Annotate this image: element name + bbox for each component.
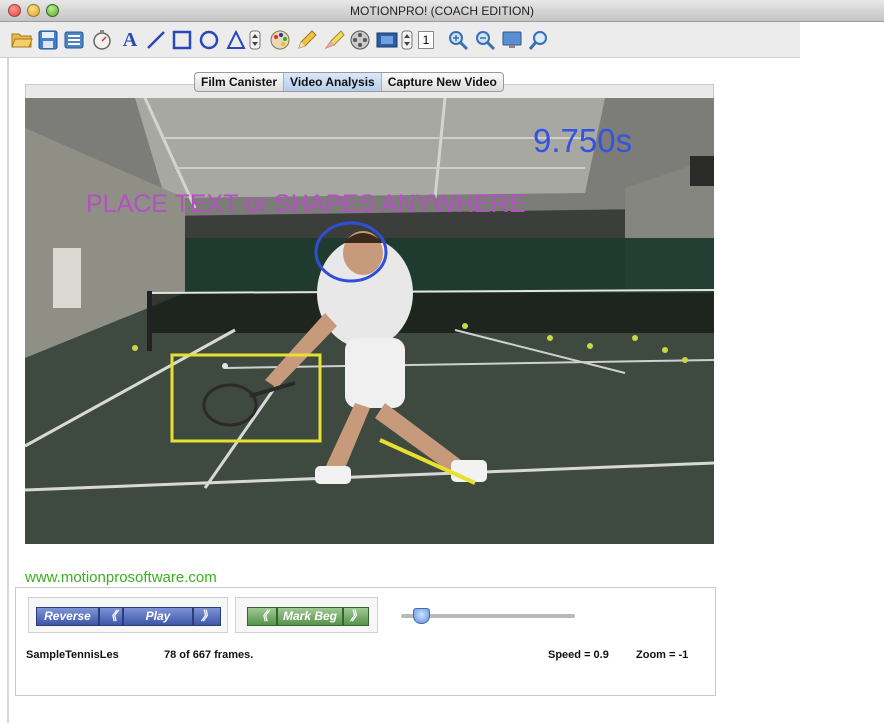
save-disk-icon[interactable] [36, 27, 60, 53]
circle-tool-icon[interactable] [197, 27, 221, 53]
frame-step-value[interactable]: 1 [418, 31, 434, 49]
window-title: MOTIONPRO! (COACH EDITION) [350, 4, 534, 18]
video-timer: 9.750s [533, 122, 633, 159]
video-frame[interactable]: PLACE TEXT or SHAPES ANYWHERE 9.750s [25, 98, 714, 544]
film-strip-icon[interactable] [375, 27, 399, 53]
tab-video-analysis[interactable]: Video Analysis [284, 73, 382, 91]
film-reel-icon[interactable] [348, 27, 372, 53]
frame-status: 78 of 667 frames. [164, 649, 254, 661]
playback-controls: Reverse 《 Play 》 《 Mark Beg 》 SampleTenn… [15, 587, 716, 696]
color-palette-icon[interactable] [268, 27, 292, 53]
window-left-border [7, 58, 9, 723]
reverse-button[interactable]: Reverse [36, 607, 99, 626]
mark-button-group: 《 Mark Beg 》 [235, 597, 378, 633]
playback-button-group: Reverse 《 Play 》 [28, 597, 228, 633]
eraser-icon[interactable] [322, 27, 346, 53]
folder-open-icon[interactable] [10, 27, 34, 53]
pencil-icon[interactable] [295, 27, 319, 53]
zoom-out-icon[interactable] [473, 27, 497, 53]
website-link[interactable]: www.motionprosoftware.com [25, 569, 217, 586]
clip-name: SampleTennisLes [26, 649, 119, 661]
video-overlay-text[interactable]: PLACE TEXT or SHAPES ANYWHERE [86, 190, 526, 219]
playback-slider-knob[interactable] [413, 608, 431, 624]
text-tool-icon[interactable]: A [118, 27, 142, 53]
magnifier-icon[interactable] [527, 27, 551, 53]
stopwatch-icon[interactable] [90, 27, 114, 53]
line-tool-icon[interactable] [144, 27, 168, 53]
tennis-court-scene [25, 98, 714, 544]
speed-readout: Speed = 0.9 [548, 649, 609, 661]
frame-stepper-icon[interactable] [400, 27, 414, 53]
size-stepper-icon[interactable] [248, 27, 262, 53]
zoom-readout: Zoom = -1 [636, 649, 689, 661]
tab-capture-new-video[interactable]: Capture New Video [382, 73, 503, 91]
toolbar: A 1 [0, 22, 800, 58]
app-window: MOTIONPRO! (COACH EDITION) A 1 Film Cani… [0, 0, 884, 723]
forward-button[interactable]: 》 [193, 607, 221, 626]
mark-next-button[interactable]: 》 [343, 607, 369, 626]
triangle-tool-icon[interactable] [224, 27, 248, 53]
zoom-in-icon[interactable] [446, 27, 470, 53]
view-tabs: Film Canister Video Analysis Capture New… [194, 72, 504, 92]
rewind-button[interactable]: 《 [99, 607, 123, 626]
mark-prev-button[interactable]: 《 [247, 607, 277, 626]
list-icon[interactable] [62, 27, 86, 53]
tab-film-canister[interactable]: Film Canister [195, 73, 285, 91]
play-button[interactable]: Play [123, 607, 193, 626]
mark-beg-button[interactable]: Mark Beg [277, 607, 343, 626]
monitor-icon[interactable] [500, 27, 524, 53]
title-bar: MOTIONPRO! (COACH EDITION) [0, 0, 884, 22]
rectangle-tool-icon[interactable] [170, 27, 194, 53]
